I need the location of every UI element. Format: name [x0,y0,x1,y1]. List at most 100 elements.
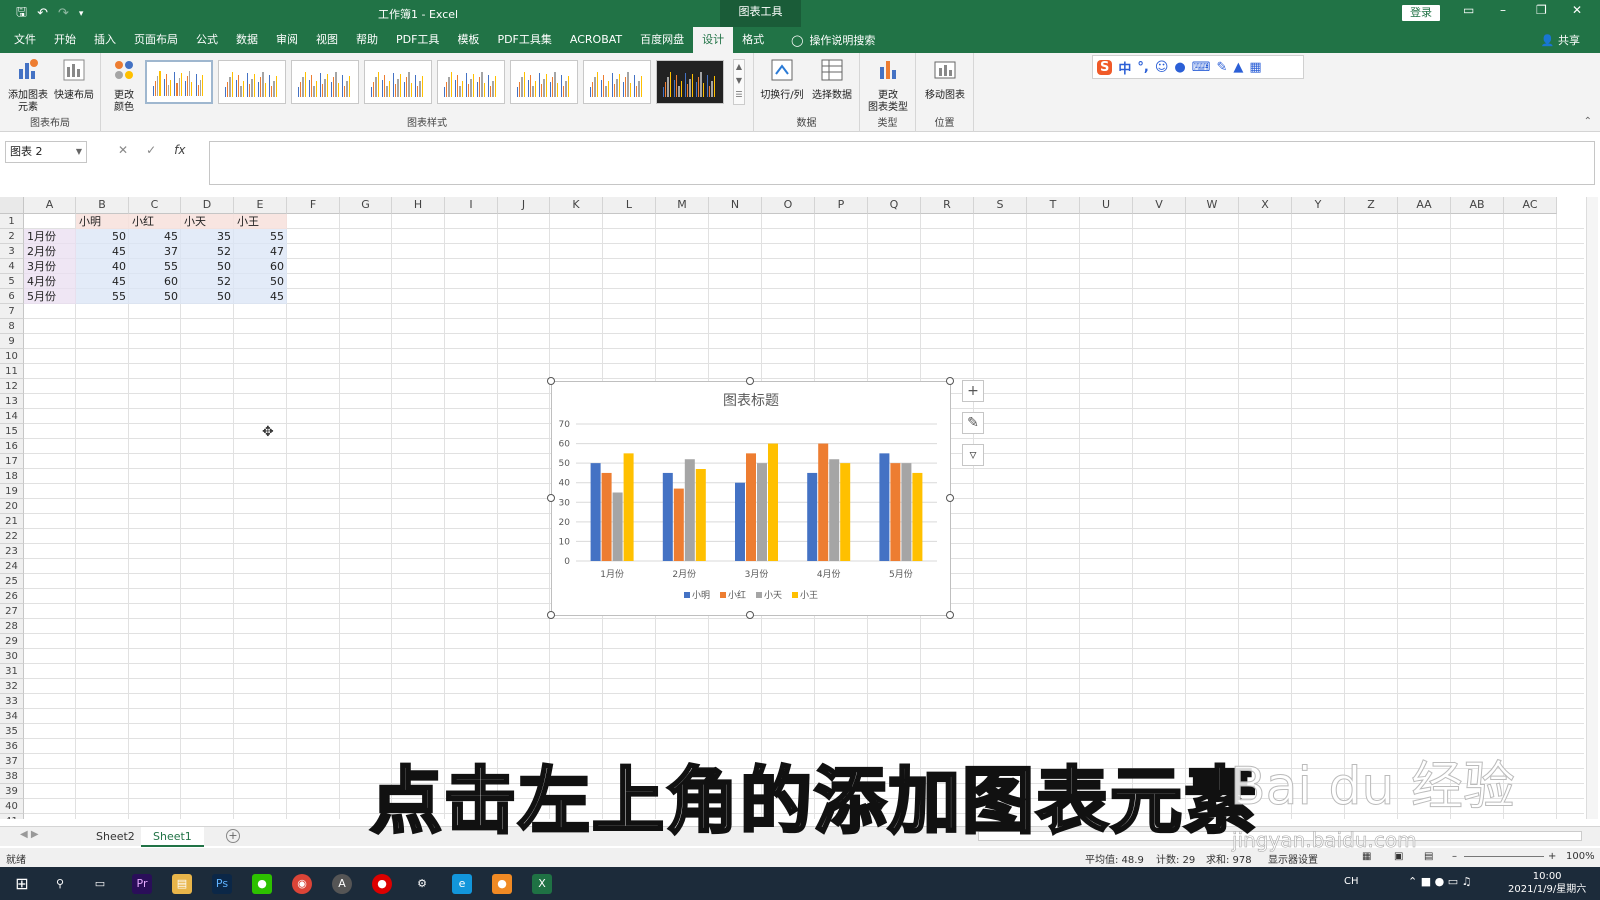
row-header[interactable]: 32 [0,679,24,694]
ime-chinese-icon[interactable]: 中 [1118,58,1131,77]
column-header[interactable]: V [1133,197,1186,214]
column-header[interactable]: J [498,197,550,214]
column-header[interactable]: O [762,197,815,214]
bar[interactable] [840,463,851,561]
row-header[interactable]: 24 [0,559,24,574]
undo-icon[interactable]: ↶ [37,6,48,21]
row-header[interactable]: 4 [0,259,24,274]
ribbon-tab[interactable]: 审阅 [267,27,307,53]
resize-handle[interactable] [746,377,754,385]
column-header[interactable]: W [1186,197,1239,214]
chart-style-option[interactable] [145,60,213,104]
row-header[interactable]: 14 [0,409,24,424]
excel-taskbar-icon[interactable]: X [532,874,552,894]
bar[interactable] [818,443,829,561]
bar[interactable] [912,472,923,561]
photoshop-icon[interactable]: Ps [212,874,232,894]
value-cell[interactable]: 45 [76,274,129,289]
restore-icon[interactable]: ❐ [1536,3,1547,17]
column-header[interactable]: P [815,197,868,214]
resize-handle[interactable] [547,611,555,619]
column-header[interactable]: F [287,197,340,214]
chart-object[interactable]: 图表标题 0 10 20 30 40 50 60 70 1月份 2月份 3月份 4月份 5月份 小明 小红小… [551,381,951,616]
column-header[interactable]: Z [1345,197,1398,214]
add-sheet-icon[interactable]: + [226,829,240,843]
row-header[interactable]: 23 [0,544,24,559]
row-header[interactable]: 17 [0,454,24,469]
row-header[interactable]: 21 [0,514,24,529]
column-header[interactable]: S [974,197,1027,214]
bar[interactable] [662,472,673,561]
row-header[interactable]: 34 [0,709,24,724]
row-header[interactable]: 1 [0,214,24,229]
customize-qat-icon[interactable]: ▾ [79,9,84,19]
chart-style-option[interactable] [583,60,651,104]
wechat-icon[interactable]: ● [252,874,272,894]
value-cell[interactable]: 60 [234,259,287,274]
gallery-scroll[interactable]: ▲ ▼ ☰ [733,59,745,105]
chart-style-option[interactable] [291,60,359,104]
value-cell[interactable]: 35 [181,229,234,244]
windows-start-icon[interactable]: ⊞ [12,874,32,894]
ime-mic-icon[interactable]: ● [1174,60,1185,75]
bar[interactable] [890,463,901,561]
column-header[interactable]: AC [1504,197,1557,214]
insert-function-icon[interactable]: fx [174,143,185,157]
change-colors-button[interactable]: 更改 颜色 [106,57,142,114]
sheet-tab-sheet2[interactable]: Sheet2 [84,827,147,847]
row-header[interactable]: 16 [0,439,24,454]
row-header[interactable]: 2 [0,229,24,244]
bar[interactable] [623,453,634,561]
settings-gear-icon[interactable]: ⚙ [412,874,432,894]
chart-style-option[interactable] [364,60,432,104]
bar[interactable] [695,469,706,561]
page-layout-icon[interactable]: ▣ [1394,851,1403,862]
value-cell[interactable]: 50 [181,289,234,304]
sheet-tab-sheet1[interactable]: Sheet1 [141,827,204,847]
column-header[interactable]: T [1027,197,1080,214]
header-cell[interactable]: 小天 [181,214,234,229]
row-header[interactable]: 31 [0,664,24,679]
ime-indicator[interactable]: CH [1344,876,1359,887]
row-label-cell[interactable]: 4月份 [24,274,76,289]
row-header[interactable]: 35 [0,724,24,739]
bar[interactable] [746,453,756,561]
row-header[interactable]: 38 [0,769,24,784]
row-header[interactable]: 18 [0,469,24,484]
column-header[interactable]: R [921,197,974,214]
select-data-button[interactable]: 选择数据 [808,57,856,102]
display-settings[interactable]: 显示器设置 [1268,851,1318,866]
row-header[interactable]: 33 [0,694,24,709]
header-cell[interactable]: 小王 [234,214,287,229]
row-label-cell[interactable]: 3月份 [24,259,76,274]
row-header[interactable]: 27 [0,604,24,619]
formula-input[interactable] [209,141,1595,185]
minimize-icon[interactable]: – [1500,3,1506,17]
column-header[interactable]: U [1080,197,1133,214]
ribbon-tab[interactable]: 插入 [85,27,125,53]
bar[interactable] [807,472,818,561]
row-header[interactable]: 5 [0,274,24,289]
ribbon-tab[interactable]: 设计 [693,27,734,53]
value-cell[interactable]: 45 [234,289,287,304]
ribbon-tab[interactable]: 页面布局 [125,27,187,53]
chart-elements-plus-icon[interactable]: + [962,380,984,402]
value-cell[interactable]: 47 [234,244,287,259]
row-header[interactable]: 26 [0,589,24,604]
column-header[interactable]: A [24,197,76,214]
switch-row-column-button[interactable]: 切换行/列 [758,57,806,102]
value-cell[interactable]: 55 [76,289,129,304]
ribbon-tab[interactable]: 公式 [187,27,227,53]
bar[interactable] [684,459,695,561]
move-chart-button[interactable]: 移动图表 [921,57,969,102]
chart-style-option[interactable] [218,60,286,104]
ime-emoji-icon[interactable]: ☺ [1155,60,1169,75]
header-cell[interactable]: 小红 [129,214,181,229]
value-cell[interactable]: 37 [129,244,181,259]
quick-layout-button[interactable]: 快速布局 [51,57,97,102]
bar[interactable] [829,459,840,561]
chart-style-option[interactable] [656,60,724,104]
resize-handle[interactable] [547,377,555,385]
ime-punct-icon[interactable]: °, [1137,60,1148,75]
row-header[interactable]: 9 [0,334,24,349]
